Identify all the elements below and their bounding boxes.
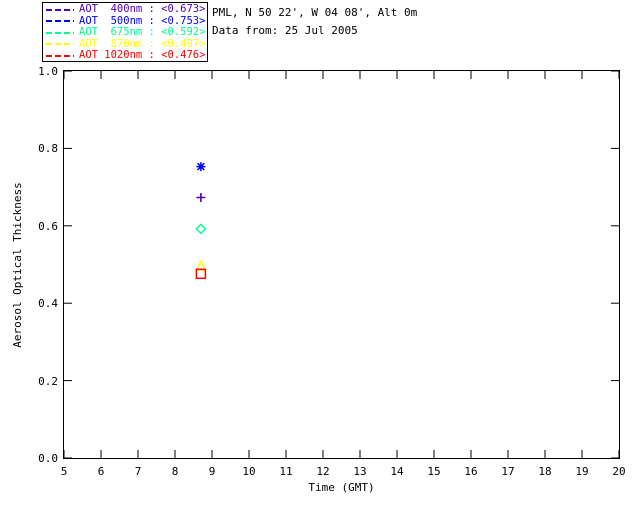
y-tick-label: 0.6 [38,219,58,233]
legend-item: AOT 675nm : <0.592> [46,27,207,39]
x-tick-label: 9 [208,465,216,478]
dashed-line-swatch [46,31,74,34]
x-tick-label: 19 [575,465,589,478]
x-tick-label: 7 [134,465,142,478]
legend-item: AOT 1020nm : <0.476> [46,50,207,62]
y-tick-label: 0.0 [38,452,58,465]
dashed-line-swatch [46,8,74,11]
legend-item-label: AOT 500nm : <0.753> [79,14,206,27]
plot-window: AOT 400nm : <0.673> AOT 500nm : <0.753> … [0,0,640,512]
x-tick-label: 11 [279,465,293,478]
x-axis-title: Time (GMT) [308,481,375,494]
y-tick-label: 1.0 [38,65,58,78]
x-tick-label: 10 [242,465,256,478]
data-date-text: Data from: 25 Jul 2005 [212,24,358,37]
legend-item-label: AOT 870nm : <0.497> [79,37,206,50]
y-tick-label: 0.8 [38,142,58,156]
x-tick-label: 18 [538,465,552,478]
x-tick-label: 6 [97,465,105,478]
dashed-line-swatch [46,43,74,46]
legend-item-label: AOT 1020nm : <0.476> [79,49,206,62]
x-tick-label: 12 [316,465,330,478]
scatter-plot-svg [64,71,619,458]
legend: AOT 400nm : <0.673> AOT 500nm : <0.753> … [42,2,208,62]
dashed-line-swatch [46,54,74,57]
station-header: PML, N 50 22', W 04 08', Alt 0m Data fro… [212,4,417,40]
y-tick-label: 0.4 [38,297,58,311]
plot-area [63,70,620,459]
y-axis-title: Aerosol Optical Thickness [11,182,24,348]
x-tick-label: 20 [612,465,626,478]
x-tick-label: 15 [427,465,441,478]
x-tick-label: 17 [501,465,515,478]
station-location-text: PML, N 50 22', W 04 08', Alt 0m [212,6,418,19]
legend-item-label: AOT 675nm : <0.592> [79,26,206,39]
x-tick-label: 16 [464,465,478,478]
x-tick-label: 13 [353,465,367,478]
legend-item-label: AOT 400nm : <0.673> [79,3,206,16]
x-tick-label: 14 [390,465,404,478]
x-tick-label: 5 [60,465,68,478]
x-tick-label: 8 [171,465,179,478]
y-tick-label: 0.2 [38,374,58,388]
dashed-line-swatch [46,20,74,23]
legend-item: AOT 400nm : <0.673> [46,4,207,16]
